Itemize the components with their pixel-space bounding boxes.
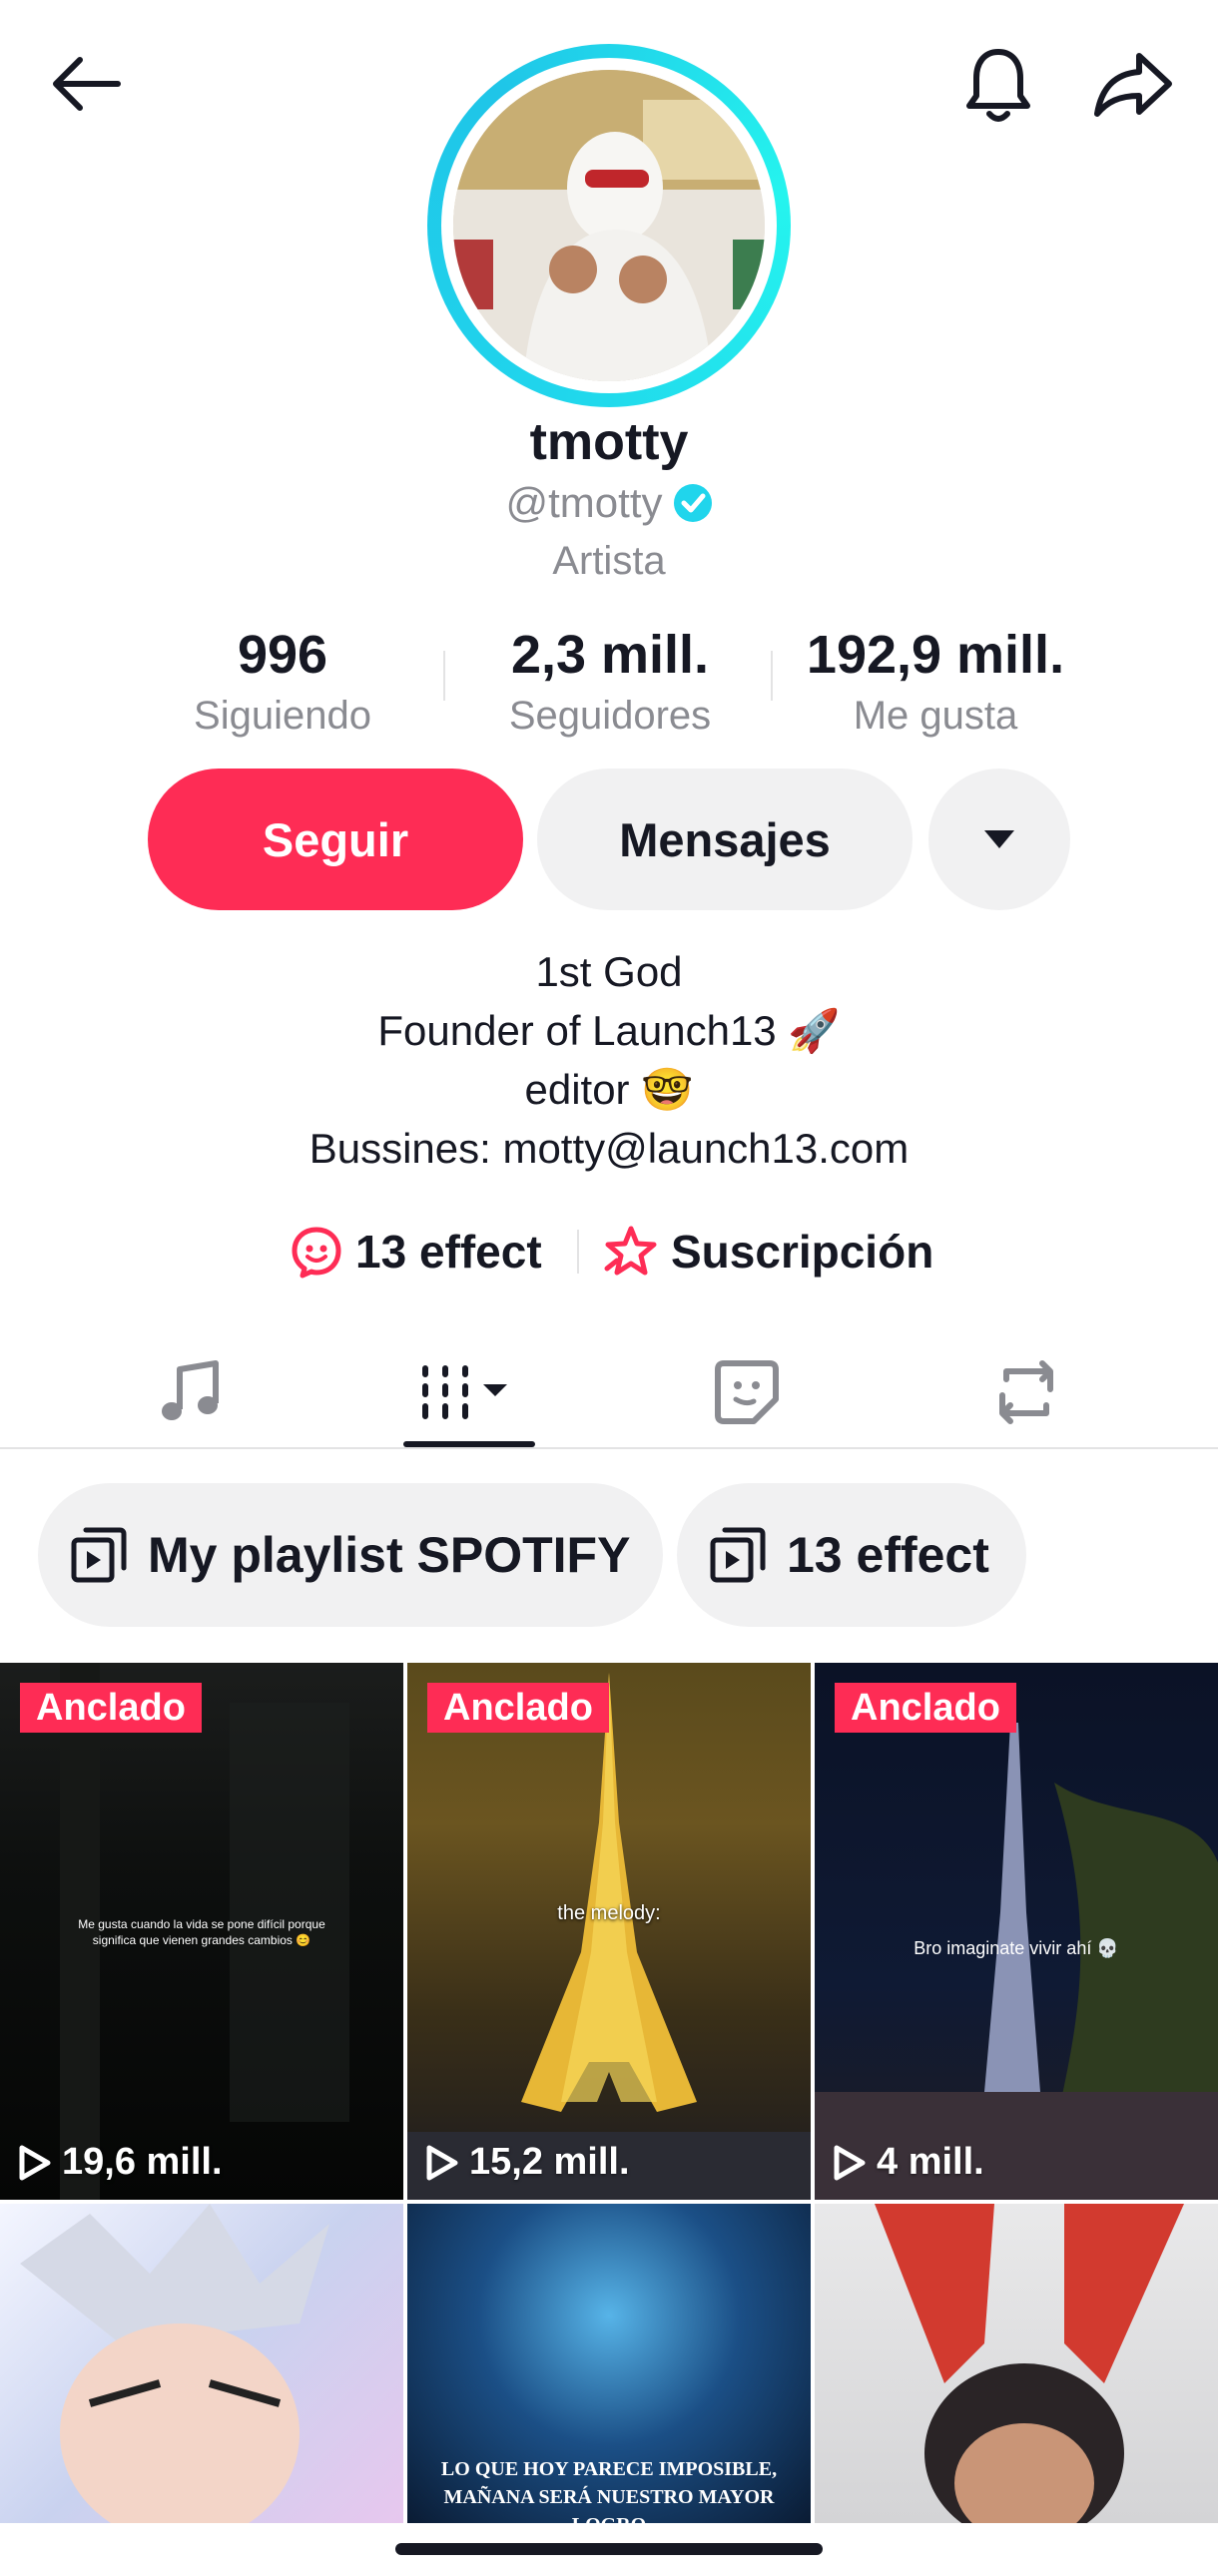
playlist-chip-spotify[interactable]: My playlist SPOTIFY: [38, 1483, 663, 1627]
effect-link[interactable]: 13 effect: [290, 1220, 542, 1284]
play-icon: [19, 2145, 51, 2180]
video-tile[interactable]: LO QUE HOY PARECE IMPOSIBLE, MAÑANA SERÁ…: [407, 2204, 811, 2523]
message-button[interactable]: Mensajes: [537, 769, 913, 910]
video-tile[interactable]: Anclado Me gusta cuando la vida se pone …: [0, 1663, 403, 2200]
tab-music[interactable]: [110, 1337, 270, 1447]
view-count: 15,2 mill.: [425, 2141, 630, 2184]
home-indicator: [395, 2543, 823, 2555]
followers-count: 2,3 mill.: [510, 625, 710, 685]
tab-videos[interactable]: [387, 1337, 547, 1447]
avatar-photo: [453, 70, 765, 381]
videos-grid-icon: [422, 1365, 507, 1419]
likes-label: Me gusta: [853, 694, 1018, 738]
video-tile[interactable]: [815, 2204, 1218, 2523]
verified-badge-icon: [673, 484, 712, 522]
following-label: Siguiendo: [194, 694, 371, 738]
link-divider: [577, 1230, 579, 1274]
tab-reposts[interactable]: [946, 1337, 1106, 1447]
avatar[interactable]: [427, 44, 791, 407]
tab-stickers[interactable]: [667, 1337, 827, 1447]
pinned-badge: Anclado: [835, 1683, 1016, 1733]
video-caption: LO QUE HOY PARECE IMPOSIBLE, MAÑANA SERÁ…: [440, 2458, 778, 2523]
video-caption: the melody:: [557, 1902, 661, 1924]
tabs-divider: [0, 1447, 1218, 1449]
profile-category: Artista: [552, 539, 666, 583]
playlist-chip-effect[interactable]: 13 effect: [677, 1483, 1026, 1627]
play-icon: [834, 2145, 866, 2180]
stat-likes[interactable]: 192,9 mill. Me gusta: [771, 617, 1100, 739]
bio-line: editor 🤓: [524, 1066, 694, 1113]
playlist-label: 13 effect: [787, 1527, 989, 1583]
following-count: 996: [237, 625, 328, 685]
pinned-badge: Anclado: [427, 1683, 609, 1733]
video-tile[interactable]: [0, 2204, 403, 2523]
playlist-icon: [71, 1527, 127, 1583]
view-count: 4 mill.: [833, 2141, 984, 2184]
more-options-button[interactable]: [928, 769, 1070, 910]
bell-icon: [966, 49, 1030, 122]
username: @tmotty: [505, 479, 663, 526]
stat-following[interactable]: 996 Siguiendo: [118, 617, 447, 739]
bio-line: 1st God: [535, 948, 683, 995]
bio-email: Bussines: motty@launch13.com: [308, 1125, 910, 1172]
music-note-icon: [162, 1360, 219, 1420]
username-row: @tmotty: [0, 473, 1218, 533]
caret-down-icon: [984, 830, 1014, 848]
effect-link-label: 13 effect: [355, 1226, 542, 1278]
star-badge-icon: [604, 1226, 657, 1276]
share-arrow-icon: [1094, 53, 1172, 117]
sticker-icon: [715, 1360, 779, 1424]
pinned-badge: Anclado: [20, 1683, 202, 1733]
subscription-link[interactable]: Suscripción: [603, 1220, 933, 1284]
stat-followers[interactable]: 2,3 mill. Seguidores: [445, 617, 775, 739]
share-button[interactable]: [1083, 42, 1183, 126]
play-icon: [426, 2145, 458, 2180]
follow-button[interactable]: Seguir: [148, 769, 523, 910]
video-caption: Me gusta cuando la vida se pone difícil …: [78, 1917, 325, 1947]
view-count: 19,6 mill.: [18, 2141, 223, 2184]
back-button[interactable]: [40, 42, 130, 126]
likes-count: 192,9 mill.: [806, 625, 1065, 685]
repost-icon: [999, 1360, 1053, 1424]
playlist-label: My playlist SPOTIFY: [148, 1527, 631, 1583]
display-name: tmotty: [529, 413, 689, 471]
video-caption: Bro imaginate vivir ahí 💀: [914, 1938, 1119, 1958]
arrow-left-icon: [53, 57, 121, 111]
subscription-label: Suscripción: [671, 1226, 934, 1278]
effect-house-icon: [292, 1227, 341, 1279]
playlist-icon: [710, 1527, 766, 1583]
video-tile[interactable]: Anclado Bro imaginate vivir ahí 💀 4 mill…: [815, 1663, 1218, 2200]
followers-label: Seguidores: [508, 694, 712, 738]
bio-line: Founder of Launch13 🚀: [377, 1007, 841, 1054]
notification-button[interactable]: [953, 38, 1043, 130]
video-tile[interactable]: Anclado the melody: 15,2 mill.: [407, 1663, 811, 2200]
